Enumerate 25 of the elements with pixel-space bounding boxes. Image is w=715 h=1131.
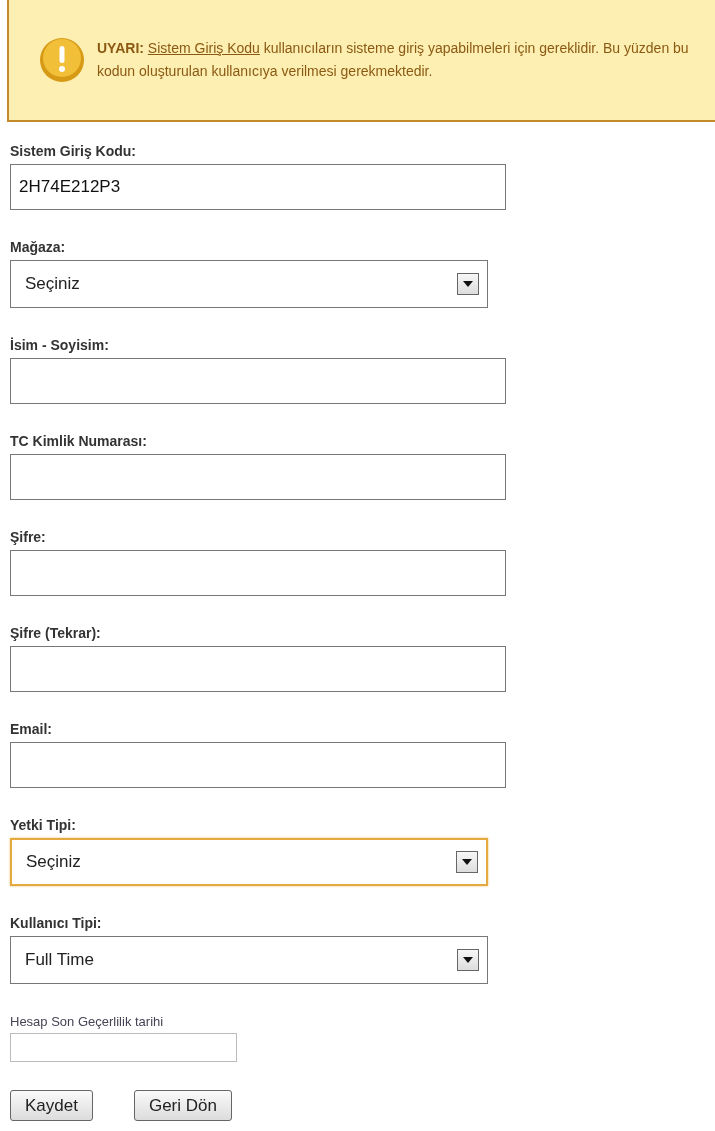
code-link[interactable]: Sistem Giriş Kodu <box>147 40 260 56</box>
select-field[interactable]: Seçiniz <box>10 260 488 308</box>
field-label: Mağaza: <box>10 238 67 256</box>
back-button[interactable]: Geri Dön <box>133 1089 232 1121</box>
select-field[interactable]: Seçiniz <box>10 838 488 886</box>
warning-icon <box>39 37 85 83</box>
input-field[interactable] <box>10 742 506 788</box>
input-field[interactable] <box>10 550 506 596</box>
field-label: Email: <box>10 720 53 738</box>
save-button[interactable]: Kaydet <box>10 1089 93 1121</box>
field-label: Şifre (Tekrar): <box>10 624 102 642</box>
field-label: Sistem Giriş Kodu: <box>10 142 138 160</box>
warning-message: UYARI: Sistem Giriş Kodu kullanıcıların sisteme giriş yapabilmeleri için gereklidir. Bu yüzden bu kodun oluşturulan kullanıcıya verilmesi gerekmektedir. <box>97 39 690 81</box>
date-field[interactable] <box>10 1032 237 1062</box>
input-field[interactable]: 2H74E212P3 <box>10 164 506 210</box>
field-label: Yetki Tipi: <box>10 816 77 834</box>
input-field[interactable] <box>10 358 506 404</box>
field-label: İsim - Soyisim: <box>10 336 110 354</box>
field-label: Kullanıcı Tipi: <box>10 914 103 932</box>
input-field[interactable] <box>10 454 506 500</box>
field-label: Hesap Son Geçerlilik tarihi <box>10 1013 165 1031</box>
field-label: TC Kimlik Numarası: <box>10 432 148 450</box>
select-field[interactable]: Full Time <box>10 936 488 984</box>
field-label: Şifre: <box>10 528 47 546</box>
input-field[interactable] <box>10 646 506 692</box>
